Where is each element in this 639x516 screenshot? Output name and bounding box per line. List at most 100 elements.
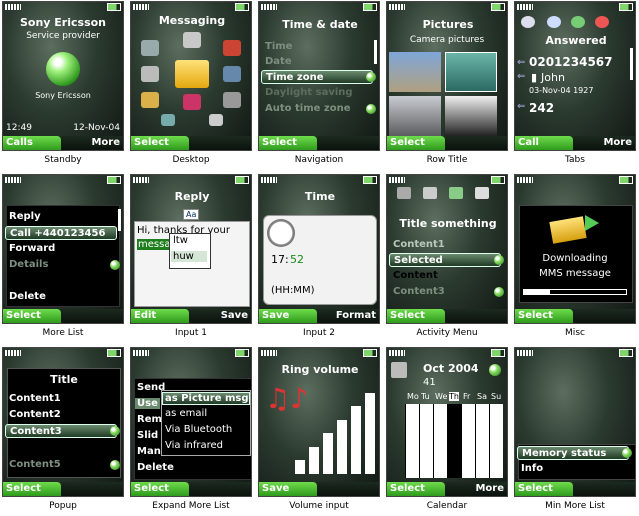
caption: More List [42, 328, 84, 338]
list-item[interactable]: Man [137, 446, 161, 457]
messaging-envelope-icon[interactable] [175, 60, 209, 88]
submenu-item[interactable]: as email [165, 408, 207, 419]
right-softkey[interactable]: Save [221, 309, 248, 323]
list-item[interactable]: Forward [5, 242, 117, 256]
arrow-in-icon: ⇐ [517, 71, 526, 82]
left-softkey[interactable]: Select [515, 309, 573, 323]
list-item[interactable]: Content2 [5, 408, 117, 422]
scrollbar[interactable] [374, 40, 377, 64]
connectivity-icon[interactable] [161, 114, 175, 126]
left-softkey[interactable]: Call [515, 136, 573, 150]
submenu-item-selected[interactable]: as Picture msg [162, 392, 250, 405]
left-softkey[interactable]: Select [131, 482, 189, 496]
list-item-selected[interactable]: Call +440123456 [5, 226, 117, 240]
left-softkey[interactable]: Select [387, 482, 445, 496]
list-item[interactable]: Content1 [389, 238, 501, 252]
list-item[interactable]: Date [261, 55, 373, 69]
left-softkey[interactable]: Select [259, 136, 317, 150]
suggestion-item-selected[interactable]: huw [171, 251, 207, 262]
list-item[interactable]: Delete [137, 462, 174, 473]
list-item[interactable]: Auto time zone [261, 102, 373, 116]
right-softkey[interactable]: Format [336, 309, 376, 323]
list-item[interactable]: Content1 [5, 392, 117, 406]
calendar-selected-column[interactable] [447, 404, 461, 478]
navigation-ball-icon[interactable] [489, 364, 501, 376]
list-item[interactable]: Reply [5, 210, 117, 224]
list-item[interactable]: Content5 [5, 458, 117, 472]
status-bar [515, 175, 635, 185]
thumbnail-street[interactable] [389, 52, 441, 92]
left-softkey[interactable]: Save [259, 482, 317, 496]
answered-tab-icon[interactable] [571, 16, 585, 28]
thumbnail-selected[interactable] [445, 52, 497, 92]
all-calls-tab-icon[interactable] [521, 16, 535, 28]
softkey-bar: Select [131, 136, 251, 150]
left-softkey[interactable]: Calls [3, 136, 61, 150]
left-softkey[interactable]: Select [3, 482, 61, 496]
scrollbar[interactable] [118, 209, 121, 231]
list-item[interactable]: Time [261, 40, 373, 54]
time-hour[interactable]: 17: [271, 253, 289, 266]
dialled-tab-icon[interactable] [547, 16, 561, 28]
list-item-selected[interactable]: Time zone [261, 70, 373, 84]
caption: Volume input [289, 501, 349, 511]
list-item[interactable]: Delete [5, 290, 117, 304]
settings-icon[interactable] [209, 114, 223, 126]
caption: Standby [44, 155, 82, 165]
status-bar [131, 348, 251, 358]
submenu-item[interactable]: Via infrared [165, 440, 223, 451]
caption: Calendar [426, 501, 468, 511]
input-mode-indicator: Aa [183, 209, 200, 220]
submenu-item[interactable]: Via Bluetooth [165, 424, 232, 435]
entertainment-icon[interactable] [223, 40, 241, 56]
status-bar [3, 348, 123, 358]
call-count[interactable]: 242 [529, 101, 554, 115]
right-softkey[interactable]: More [603, 136, 632, 150]
phone-number[interactable]: 0201234567 [529, 55, 613, 69]
scrollbar[interactable] [630, 48, 633, 80]
list-item[interactable]: Slid [137, 430, 158, 441]
tab-icon[interactable] [423, 187, 437, 199]
tab-icon[interactable] [397, 187, 411, 199]
list-item[interactable]: Content3 [389, 285, 501, 299]
left-softkey[interactable]: Select [387, 136, 445, 150]
contact-name[interactable]: John [541, 71, 565, 84]
right-softkey[interactable]: More [475, 482, 504, 496]
file-manager-icon[interactable] [141, 92, 159, 108]
thumbnail-bw[interactable] [445, 96, 497, 136]
camera-icon[interactable] [141, 66, 159, 82]
thumbnail-room[interactable] [389, 96, 441, 136]
tab-icon[interactable] [449, 187, 463, 199]
tab-icon[interactable] [475, 187, 489, 199]
calls-icon[interactable] [183, 94, 201, 110]
left-softkey[interactable]: Select [131, 136, 189, 150]
list-item[interactable]: Info [517, 462, 629, 476]
phone-screen: Pictures Camera pictures Select [386, 1, 508, 151]
call-datetime: 03-Nov-04 1927 [529, 86, 594, 95]
selection-ball-icon [622, 448, 632, 458]
missed-tab-icon[interactable] [595, 16, 609, 28]
list-item-selected[interactable]: Use [135, 398, 160, 409]
phonebook-icon[interactable] [183, 32, 201, 48]
left-softkey[interactable]: Select [3, 309, 61, 323]
left-softkey[interactable]: Select [515, 482, 573, 496]
time-minute[interactable]: 52 [290, 253, 304, 266]
internet-icon[interactable] [141, 40, 159, 56]
left-softkey[interactable]: Edit [131, 309, 189, 323]
list-item-selected[interactable]: Memory status [517, 446, 629, 460]
left-softkey[interactable]: Save [259, 309, 317, 323]
right-softkey[interactable]: More [91, 136, 120, 150]
radio-icon[interactable] [223, 66, 241, 82]
list-item[interactable]: Daylight saving [261, 86, 373, 100]
suggestion-item[interactable]: ltw [173, 235, 188, 246]
phone-screen: Answered 0201234567 ⇐ ⇐ ▮ John 03-Nov-04… [514, 1, 636, 151]
list-item[interactable]: Content [389, 269, 501, 283]
battery-icon [107, 176, 121, 184]
caption: Min More List [545, 501, 605, 511]
list-item-selected[interactable]: Selected [389, 253, 501, 267]
softkey-bar: Select [515, 482, 635, 496]
list-item-selected[interactable]: Content3 [5, 424, 117, 438]
list-item[interactable]: Rem [137, 414, 162, 425]
left-softkey[interactable]: Select [387, 309, 445, 323]
organizer-icon[interactable] [223, 92, 241, 108]
